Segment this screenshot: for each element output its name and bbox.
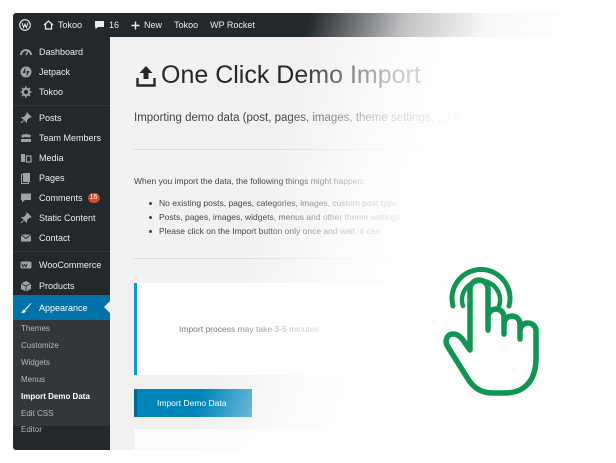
sidebar-item-label: Media (39, 153, 64, 163)
import-demo-data-button[interactable]: Import Demo Data (134, 389, 252, 417)
submenu-item-edit-css[interactable]: Edit CSS (21, 409, 53, 418)
pin-icon (20, 112, 32, 124)
sidebar-item-jetpack[interactable]: Jetpack (13, 62, 110, 82)
sidebar-item-label: WooCommerce (39, 260, 102, 270)
appearance-submenu: Themes Customize Widgets Menus Import De… (13, 320, 110, 434)
pin-icon (20, 212, 32, 224)
sidebar-item-label: Products (39, 281, 75, 291)
things-label: When you import the data, the following … (134, 176, 365, 186)
divider (134, 258, 603, 259)
sidebar-item-label: Pages (39, 173, 65, 183)
sidebar-item-products[interactable]: Products (13, 276, 110, 296)
comments-badge: 16 (87, 193, 100, 203)
sidebar-item-posts[interactable]: Posts (13, 108, 110, 128)
sidebar-item-team-members[interactable]: Team Members (13, 128, 110, 148)
intro-text: Importing demo data (post, pages, images… (134, 112, 506, 124)
plus-icon (131, 21, 140, 29)
adminbar-item-label: Tokoo (174, 20, 199, 30)
sidebar-item-comments[interactable]: Comments 16 (13, 188, 110, 208)
sidebar-item-tokoo[interactable]: Tokoo (13, 82, 110, 102)
submenu-item-menus[interactable]: Menus (21, 375, 45, 384)
brush-icon (20, 302, 32, 314)
jetpack-icon (20, 66, 32, 78)
site-name: Tokoo (58, 20, 83, 30)
comment-icon (20, 192, 32, 204)
sidebar-item-label: Team Members (39, 133, 102, 143)
submenu-item-import-demo-data[interactable]: Import Demo Data (21, 392, 90, 401)
sidebar-item-label: Dashboard (39, 47, 84, 57)
sidebar-item-label: Static Content (39, 213, 96, 223)
upload-icon (136, 65, 156, 87)
adminbar-item-wp-rocket[interactable]: WP Rocket (204, 13, 261, 37)
new-content-button[interactable]: New (125, 13, 168, 37)
sidebar-item-label: Jetpack (39, 67, 71, 77)
gear-icon (20, 86, 32, 98)
submenu-item-customize[interactable]: Customize (21, 341, 59, 350)
page-title: One Click Demo Import (136, 61, 421, 90)
admin-bar: Tokoo 16 New Tokoo WP Rocket (13, 13, 603, 37)
site-name-button[interactable]: Tokoo (37, 13, 88, 37)
sidebar-item-label: Comments (39, 193, 83, 203)
woo-icon (20, 259, 32, 271)
media-icon (20, 152, 32, 164)
list-item: No existing posts, pages, categories, im… (149, 198, 397, 208)
sidebar-item-label: Tokoo (39, 87, 64, 97)
results-panel (134, 429, 603, 450)
sidebar-item-label: Contact (39, 233, 71, 243)
sidebar-item-dashboard[interactable]: Dashboard (13, 42, 110, 62)
comments-button[interactable]: 16 (88, 13, 125, 37)
sidebar-item-static-content[interactable]: Static Content (13, 208, 110, 228)
adminbar-item-label: WP Rocket (210, 20, 255, 30)
envelope-icon (20, 232, 32, 244)
page-title-text: One Click Demo Import (161, 61, 421, 89)
wordpress-logo-button[interactable] (13, 13, 37, 37)
dashboard-icon (20, 46, 32, 58)
home-icon (43, 20, 54, 30)
sidebar-item-pages[interactable]: Pages (13, 168, 110, 188)
submenu-item-themes[interactable]: Themes (21, 324, 50, 333)
sidebar-separator (13, 251, 110, 252)
sidebar-item-label: Posts (39, 113, 62, 123)
pages-icon (20, 172, 32, 184)
sidebar-item-media[interactable]: Media (13, 148, 110, 168)
comments-count: 16 (109, 20, 120, 30)
sidebar-item-contact[interactable]: Contact (13, 228, 110, 248)
list-item: Please click on the Import button only o… (148, 226, 381, 236)
notice-text: Import process may take 3-5 minutes (179, 324, 319, 334)
list-item: Posts, pages, images, widgets, menus and… (149, 212, 400, 222)
adminbar-item-tokoo[interactable]: Tokoo (168, 13, 204, 37)
new-label: New (144, 20, 163, 30)
submenu-item-widgets[interactable]: Widgets (21, 358, 50, 367)
comment-icon (95, 21, 105, 30)
submenu-item-editor[interactable]: Editor (21, 425, 42, 434)
sidebar-item-label: Appearance (39, 302, 88, 313)
divider (134, 149, 603, 150)
tap-hand-icon (443, 266, 539, 396)
team-icon (20, 132, 32, 144)
sidebar-item-woocommerce[interactable]: WooCommerce (13, 255, 110, 275)
sidebar-separator (13, 105, 110, 106)
box-icon (20, 280, 32, 292)
sidebar-item-appearance[interactable]: Appearance (13, 295, 110, 320)
wordpress-icon (19, 19, 31, 31)
